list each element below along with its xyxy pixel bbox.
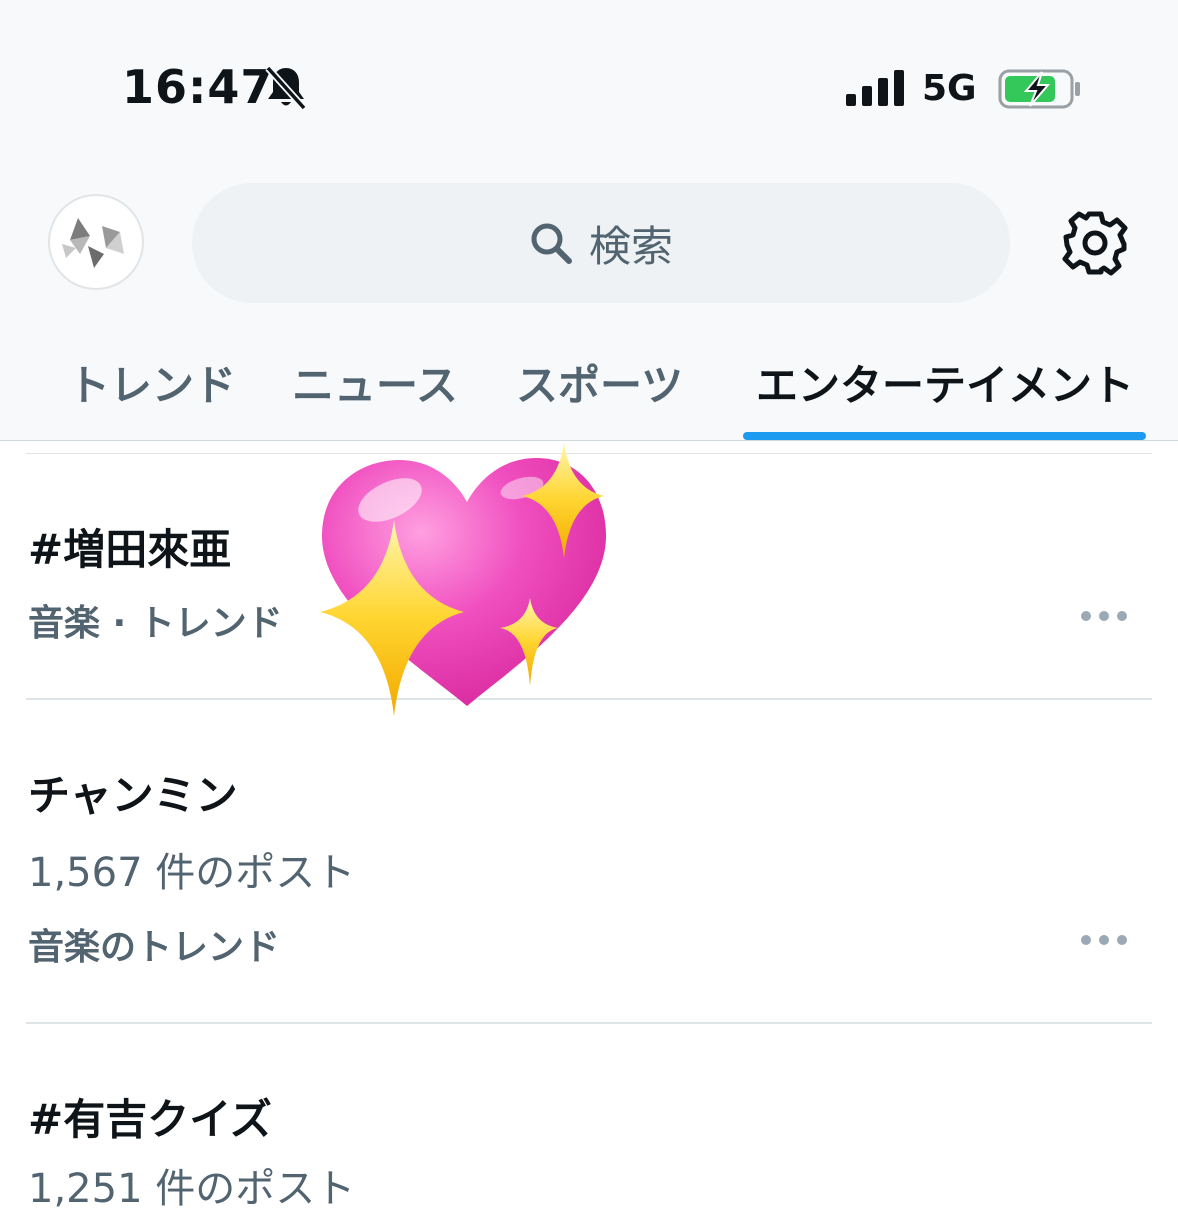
status-time: 16:47 <box>122 60 274 114</box>
search-placeholder: 検索 <box>588 221 673 271</box>
more-options-icon[interactable] <box>1078 932 1130 948</box>
tab-sports[interactable]: スポーツ <box>516 352 683 413</box>
trend-title[interactable]: チャンミン <box>28 762 238 823</box>
network-type: 5G <box>922 68 977 109</box>
battery-charging-icon <box>998 69 1080 109</box>
bell-slash-icon <box>265 65 307 111</box>
row-divider <box>26 1022 1152 1024</box>
trend-title[interactable]: #有吉クイズ <box>28 1086 272 1147</box>
gear-icon[interactable] <box>1060 208 1130 278</box>
tab-bar: トレンド ニュース スポーツ エンターテイメント <box>0 340 1178 440</box>
search-icon <box>531 223 572 264</box>
tab-trends[interactable]: トレンド <box>68 352 236 413</box>
profile-avatar[interactable] <box>48 194 144 290</box>
trend-post-count: 1,567 件のポスト <box>28 850 356 896</box>
signal-icon <box>846 70 904 106</box>
trend-title[interactable]: #増田來亜 <box>28 516 231 577</box>
tab-entertainment[interactable]: エンターテイメント <box>756 352 1134 413</box>
more-options-icon[interactable] <box>1078 608 1130 624</box>
search-bar[interactable]: 検索 <box>192 183 1010 303</box>
avatar-image <box>62 218 124 268</box>
trend-context: 音楽 · トレンド <box>28 603 283 644</box>
sparkling-heart-icon <box>320 442 606 716</box>
trend-post-count: 1,251 件のポスト <box>28 1166 356 1212</box>
tab-news[interactable]: ニュース <box>292 352 458 413</box>
active-tab-indicator <box>743 432 1146 440</box>
trend-context: 音楽のトレンド <box>28 927 281 968</box>
